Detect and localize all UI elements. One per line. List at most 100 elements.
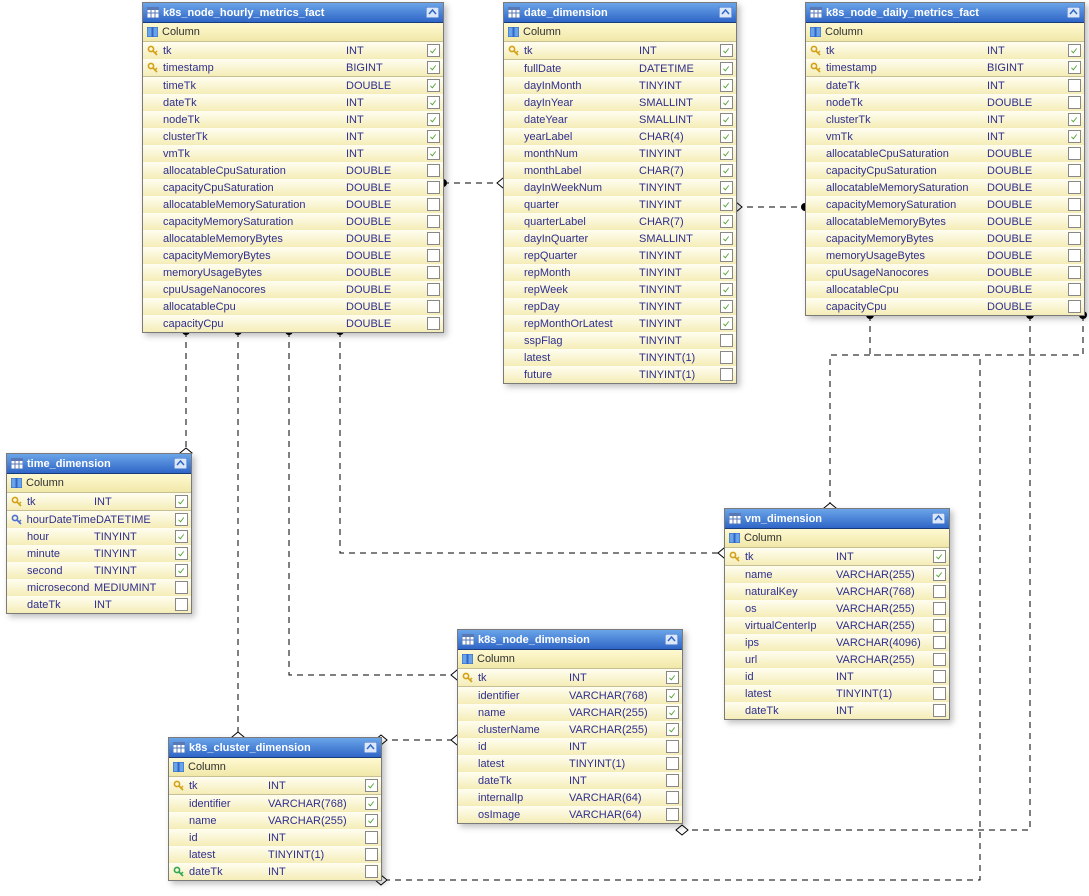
table-title-bar[interactable]: k8s_cluster_dimension xyxy=(169,738,381,758)
table-time[interactable]: time_dimensionColumntkINThourDateTimeDAT… xyxy=(6,453,192,614)
nullable-checkbox[interactable] xyxy=(665,808,679,821)
column-row[interactable]: hourTINYINT xyxy=(7,528,191,545)
nullable-checkbox[interactable] xyxy=(719,96,733,109)
nullable-checkbox[interactable] xyxy=(1067,249,1081,262)
nullable-checkbox[interactable] xyxy=(1067,113,1081,126)
column-row[interactable]: repDayTINYINT xyxy=(504,298,736,315)
column-row[interactable]: nodeTkINT xyxy=(143,111,443,128)
nullable-checkbox[interactable] xyxy=(426,96,440,109)
column-row[interactable]: memoryUsageBytesDOUBLE xyxy=(143,264,443,281)
column-row[interactable]: tkINT xyxy=(806,42,1084,59)
column-row[interactable]: dateTkINT xyxy=(806,76,1084,94)
nullable-checkbox[interactable] xyxy=(719,181,733,194)
column-row[interactable]: tkINT xyxy=(169,777,381,794)
column-row[interactable]: tkINT xyxy=(458,669,682,686)
collapse-icon[interactable] xyxy=(426,7,439,18)
nullable-checkbox[interactable] xyxy=(174,598,188,611)
nullable-checkbox[interactable] xyxy=(719,215,733,228)
nullable-checkbox[interactable] xyxy=(719,317,733,330)
nullable-checkbox[interactable] xyxy=(719,44,733,57)
nullable-checkbox[interactable] xyxy=(665,706,679,719)
nullable-checkbox[interactable] xyxy=(364,848,378,861)
column-row[interactable]: yearLabelCHAR(4) xyxy=(504,128,736,145)
column-row[interactable]: tkINT xyxy=(725,548,949,565)
column-row[interactable]: clusterNameVARCHAR(255) xyxy=(458,721,682,738)
column-row[interactable]: dayInYearSMALLINT xyxy=(504,94,736,111)
nullable-checkbox[interactable] xyxy=(719,198,733,211)
nullable-checkbox[interactable] xyxy=(364,865,378,878)
column-row[interactable]: capacityMemorySaturationDOUBLE xyxy=(806,196,1084,213)
nullable-checkbox[interactable] xyxy=(426,44,440,57)
nullable-checkbox[interactable] xyxy=(174,581,188,594)
nullable-checkbox[interactable] xyxy=(932,602,946,615)
column-row[interactable]: futureTINYINT(1) xyxy=(504,366,736,383)
column-row[interactable]: identifierVARCHAR(768) xyxy=(458,686,682,704)
column-row[interactable]: microsecondMEDIUMINT xyxy=(7,579,191,596)
column-row[interactable]: dateTkINT xyxy=(143,94,443,111)
column-row[interactable]: allocatableMemoryBytesDOUBLE xyxy=(806,213,1084,230)
nullable-checkbox[interactable] xyxy=(1067,61,1081,74)
nullable-checkbox[interactable] xyxy=(364,814,378,827)
table-title-bar[interactable]: k8s_node_daily_metrics_fact xyxy=(806,3,1084,23)
column-row[interactable]: fullDateDATETIME xyxy=(504,59,736,77)
column-row[interactable]: repMonthOrLatestTINYINT xyxy=(504,315,736,332)
nullable-checkbox[interactable] xyxy=(426,147,440,160)
column-row[interactable]: cpuUsageNanocoresDOUBLE xyxy=(806,264,1084,281)
column-row[interactable]: timeTkDOUBLE xyxy=(143,76,443,94)
nullable-checkbox[interactable] xyxy=(719,351,733,364)
nullable-checkbox[interactable] xyxy=(1067,130,1081,143)
table-title-bar[interactable]: vm_dimension xyxy=(725,509,949,529)
column-row[interactable]: latestTINYINT(1) xyxy=(725,685,949,702)
column-row[interactable]: dateTkINT xyxy=(7,596,191,613)
column-row[interactable]: cpuUsageNanocoresDOUBLE xyxy=(143,281,443,298)
column-row[interactable]: tkINT xyxy=(7,493,191,510)
column-row[interactable]: ipsVARCHAR(4096) xyxy=(725,634,949,651)
column-row[interactable]: quarterTINYINT xyxy=(504,196,736,213)
column-row[interactable]: clusterTkINT xyxy=(143,128,443,145)
nullable-checkbox[interactable] xyxy=(426,113,440,126)
nullable-checkbox[interactable] xyxy=(719,62,733,75)
column-row[interactable]: virtualCenterIpVARCHAR(255) xyxy=(725,617,949,634)
nullable-checkbox[interactable] xyxy=(719,368,733,381)
column-row[interactable]: capacityCpuDOUBLE xyxy=(143,315,443,332)
nullable-checkbox[interactable] xyxy=(364,797,378,810)
table-date[interactable]: date_dimensionColumntkINTfullDateDATETIM… xyxy=(503,2,737,384)
nullable-checkbox[interactable] xyxy=(426,232,440,245)
column-row[interactable]: minuteTINYINT xyxy=(7,545,191,562)
column-row[interactable]: capacityCpuSaturationDOUBLE xyxy=(143,179,443,196)
nullable-checkbox[interactable] xyxy=(426,198,440,211)
nullable-checkbox[interactable] xyxy=(426,283,440,296)
column-row[interactable]: repQuarterTINYINT xyxy=(504,247,736,264)
collapse-icon[interactable] xyxy=(665,634,678,645)
nullable-checkbox[interactable] xyxy=(719,79,733,92)
column-row[interactable]: nameVARCHAR(255) xyxy=(169,812,381,829)
nullable-checkbox[interactable] xyxy=(932,585,946,598)
collapse-icon[interactable] xyxy=(1067,7,1080,18)
nullable-checkbox[interactable] xyxy=(426,181,440,194)
nullable-checkbox[interactable] xyxy=(426,300,440,313)
column-row[interactable]: capacityCpuSaturationDOUBLE xyxy=(806,162,1084,179)
collapse-icon[interactable] xyxy=(174,458,187,469)
nullable-checkbox[interactable] xyxy=(932,687,946,700)
nullable-checkbox[interactable] xyxy=(719,266,733,279)
column-row[interactable]: nameVARCHAR(255) xyxy=(458,704,682,721)
column-row[interactable]: latestTINYINT(1) xyxy=(504,349,736,366)
column-row[interactable]: secondTINYINT xyxy=(7,562,191,579)
column-row[interactable]: tkINT xyxy=(504,42,736,59)
column-row[interactable]: identifierVARCHAR(768) xyxy=(169,794,381,812)
nullable-checkbox[interactable] xyxy=(932,636,946,649)
column-row[interactable]: vmTkINT xyxy=(143,145,443,162)
nullable-checkbox[interactable] xyxy=(1067,283,1081,296)
nullable-checkbox[interactable] xyxy=(174,495,188,508)
column-row[interactable]: allocatableMemoryBytesDOUBLE xyxy=(143,230,443,247)
column-row[interactable]: repWeekTINYINT xyxy=(504,281,736,298)
column-row[interactable]: sspFlagTINYINT xyxy=(504,332,736,349)
column-row[interactable]: allocatableMemorySaturationDOUBLE xyxy=(806,179,1084,196)
nullable-checkbox[interactable] xyxy=(1067,232,1081,245)
nullable-checkbox[interactable] xyxy=(719,249,733,262)
table-daily[interactable]: k8s_node_daily_metrics_factColumntkINTti… xyxy=(805,2,1085,316)
nullable-checkbox[interactable] xyxy=(932,704,946,717)
column-row[interactable]: dayInWeekNumTINYINT xyxy=(504,179,736,196)
table-cluster[interactable]: k8s_cluster_dimensionColumntkINTidentifi… xyxy=(168,737,382,881)
nullable-checkbox[interactable] xyxy=(932,550,946,563)
